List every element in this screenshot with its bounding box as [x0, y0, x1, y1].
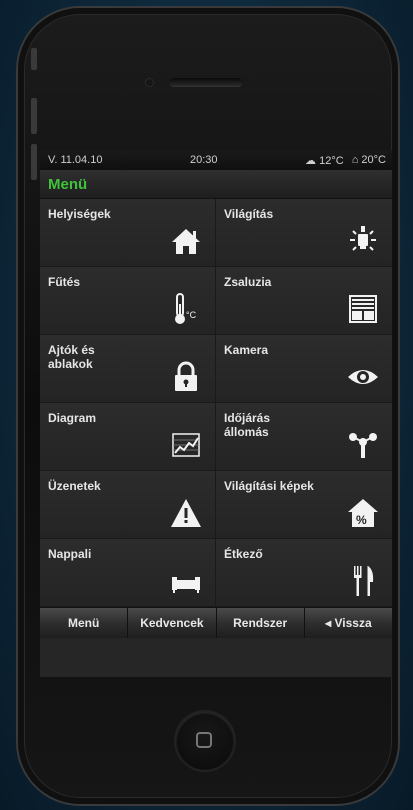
- tile-messages[interactable]: Üzenetek: [40, 471, 216, 539]
- eye-icon: [346, 360, 380, 394]
- tile-label: Időjárás állomás: [224, 411, 271, 439]
- tile-dining-room[interactable]: Étkező: [216, 539, 392, 607]
- outdoor-temp-value: 12°C: [319, 154, 344, 167]
- tile-label: Világítás: [224, 207, 274, 221]
- tile-label: Üzenetek: [48, 479, 101, 493]
- earpiece-speaker: [170, 78, 242, 86]
- tile-lighting[interactable]: Világítás: [216, 199, 392, 267]
- tab-menu[interactable]: Menü: [40, 608, 129, 638]
- status-bar: V. 11.04.10 20:30 ☁ 12°C ⌂ 20°C: [40, 150, 392, 170]
- mute-switch: [31, 48, 37, 70]
- tile-label: Étkező: [224, 547, 263, 561]
- indoor-temp: ⌂ 20°C: [352, 154, 386, 167]
- status-time: 20:30: [189, 154, 218, 166]
- chart-icon: [169, 428, 203, 462]
- tile-living-room[interactable]: Nappali: [40, 539, 216, 607]
- volume-up-button: [31, 98, 37, 134]
- padlock-icon: [169, 360, 203, 394]
- volume-down-button: [31, 144, 37, 180]
- thermometer-icon: °C: [169, 292, 203, 326]
- light-bulb-icon: [346, 224, 380, 258]
- indoor-temp-value: 20°C: [361, 153, 386, 166]
- warning-icon: [169, 496, 203, 530]
- svg-text:%: %: [356, 513, 367, 527]
- tab-system[interactable]: Rendszer: [216, 608, 305, 638]
- title-bar: Menü: [40, 170, 392, 199]
- outdoor-temp: ☁ 12°C: [305, 154, 344, 167]
- front-camera: [146, 79, 153, 86]
- tile-label: Világítási képek: [224, 479, 314, 493]
- fork-knife-icon: [346, 564, 380, 598]
- tile-label: Fűtés: [48, 275, 81, 289]
- status-temps: ☁ 12°C ⌂ 20°C: [305, 154, 386, 167]
- outdoor-icon: ☁: [305, 154, 317, 167]
- house-percent-icon: %: [346, 496, 380, 530]
- tile-label: Diagram: [48, 411, 97, 425]
- tile-rooms[interactable]: Helyiségek: [40, 199, 216, 267]
- status-date: V. 11.04.10: [48, 154, 103, 166]
- home-button[interactable]: [176, 712, 234, 770]
- tile-doors-windows[interactable]: Ajtók és ablakok: [40, 335, 216, 403]
- tile-label: Zsaluzia: [224, 275, 272, 289]
- svg-text:°C: °C: [186, 310, 197, 320]
- tile-blinds[interactable]: Zsaluzia: [216, 267, 392, 335]
- tile-label: Ajtók és ablakok: [48, 343, 95, 371]
- tile-label: Nappali: [48, 547, 92, 561]
- tile-diagram[interactable]: Diagram: [40, 403, 216, 471]
- tile-label: Kamera: [224, 343, 269, 357]
- back-button[interactable]: ◂ Vissza: [304, 608, 392, 638]
- tile-weather-station[interactable]: Időjárás állomás: [216, 403, 392, 471]
- page-title: Menü: [48, 175, 88, 193]
- menu-grid: Helyiségek Világítás Fűtés °C Zsaluzia A…: [40, 199, 392, 607]
- tile-lighting-scenes[interactable]: Világítási képek %: [216, 471, 392, 539]
- indoor-icon: ⌂: [351, 153, 359, 166]
- house-icon: [169, 224, 203, 258]
- tile-camera[interactable]: Kamera: [216, 335, 392, 403]
- sofa-icon: [169, 564, 203, 598]
- tile-heating[interactable]: Fűtés °C: [40, 267, 216, 335]
- tab-bar: Menü Kedvencek Rendszer ◂ Vissza: [40, 607, 392, 638]
- anemometer-icon: [346, 428, 380, 462]
- tile-label: Helyiségek: [48, 207, 111, 221]
- tab-favorites[interactable]: Kedvencek: [128, 608, 217, 638]
- blinds-icon: [346, 292, 380, 326]
- screen: V. 11.04.10 20:30 ☁ 12°C ⌂ 20°C Menü Hel…: [40, 150, 392, 677]
